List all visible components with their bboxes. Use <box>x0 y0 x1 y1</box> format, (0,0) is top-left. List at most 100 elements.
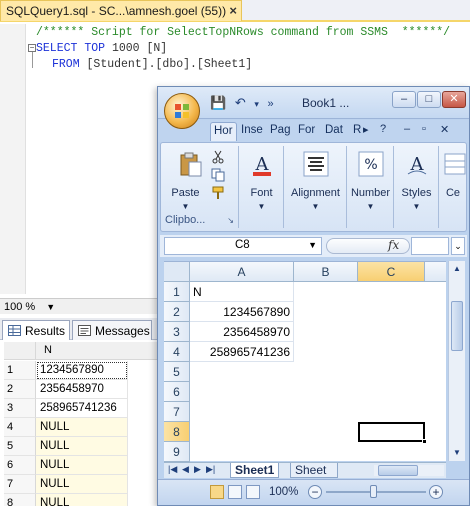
table-row[interactable]: 3 258965741236 <box>4 399 160 418</box>
close-icon[interactable]: × <box>229 3 237 18</box>
column-header-a[interactable]: A <box>190 262 294 282</box>
row-header[interactable]: 7 <box>164 402 190 422</box>
table-row[interactable]: 2 2356458970 <box>4 380 160 399</box>
font-group[interactable]: A Font ▼ <box>240 146 284 228</box>
grid-cell[interactable]: NULL <box>36 456 128 475</box>
chevron-down-icon[interactable]: ▼ <box>46 302 55 312</box>
row-header[interactable]: 4 <box>164 342 190 362</box>
column-header-d[interactable] <box>425 262 446 282</box>
more-icon[interactable]: » <box>268 98 274 110</box>
row-header[interactable]: 3 <box>164 322 190 342</box>
grid-cell[interactable]: 2356458970 <box>36 380 128 399</box>
grid-cell[interactable]: NULL <box>36 494 128 506</box>
zoom-in-icon[interactable]: + <box>429 485 443 499</box>
zoom-out-icon[interactable]: − <box>308 485 322 499</box>
minimize-button[interactable]: – <box>392 91 416 108</box>
zoom-slider-thumb[interactable] <box>370 485 377 498</box>
tab-formulas[interactable]: For <box>295 122 318 141</box>
paste-icon[interactable] <box>177 150 205 178</box>
fx-icon[interactable]: fx <box>388 238 399 252</box>
office-logo-icon <box>175 104 189 118</box>
table-row[interactable]: 1 1234567890 <box>4 361 160 380</box>
select-all-button[interactable] <box>164 262 190 282</box>
formula-input[interactable] <box>411 237 449 255</box>
row-header[interactable]: 6 <box>164 382 190 402</box>
scroll-thumb[interactable] <box>451 301 463 351</box>
cell-a3[interactable]: 2356458970 <box>190 322 294 342</box>
column-header-c[interactable]: C <box>358 262 425 282</box>
table-row[interactable]: 7 NULL <box>4 475 160 494</box>
chevron-right-icon[interactable]: ▸ <box>363 123 369 136</box>
zoom-level[interactable]: 100% <box>269 486 298 498</box>
help-icon[interactable]: ? <box>380 123 386 135</box>
next-sheet-icon[interactable]: ▶ <box>194 464 201 475</box>
column-header-n[interactable]: N <box>36 342 160 360</box>
sheet-tab-sheet2[interactable]: Sheet <box>290 463 338 478</box>
ribbon-close-icon[interactable]: ✕ <box>440 123 449 136</box>
horizontal-scrollbar[interactable] <box>374 465 444 476</box>
normal-view-icon[interactable] <box>210 485 224 499</box>
ribbon-restore-icon[interactable]: ▫ <box>422 123 426 135</box>
table-row[interactable]: 4 NULL <box>4 418 160 437</box>
table-row[interactable]: 5 NULL <box>4 437 160 456</box>
chevron-down-icon[interactable]: ⌄ <box>451 237 465 255</box>
save-icon[interactable]: 💾 <box>210 95 226 110</box>
row-header[interactable]: 1 <box>164 282 190 302</box>
scroll-down-icon[interactable]: ▼ <box>450 445 464 461</box>
chevron-down-icon[interactable]: ▼ <box>147 202 224 211</box>
maximize-button[interactable]: □ <box>417 91 441 108</box>
cells-group[interactable]: Ce <box>440 146 466 228</box>
chevron-down-icon[interactable]: ▼ <box>308 240 317 250</box>
chevron-down-icon[interactable]: ▾ <box>254 99 259 109</box>
tab-results[interactable]: Results <box>2 320 70 340</box>
first-sheet-icon[interactable]: |◀ <box>168 464 177 475</box>
worksheet[interactable]: A B C 1 2 3 4 5 6 7 8 9 N 1234567890 235… <box>164 261 446 462</box>
cell-a4[interactable]: 258965741236 <box>190 342 294 362</box>
page-break-view-icon[interactable] <box>246 485 260 499</box>
query-tab[interactable]: SQLQuery1.sql - SC...\amnesh.goel (55)) … <box>0 0 242 21</box>
table-row[interactable]: 6 NULL <box>4 456 160 475</box>
grid-cell[interactable]: NULL <box>36 437 128 456</box>
tab-insert[interactable]: Inse <box>238 122 266 141</box>
grid-cell[interactable]: 258965741236 <box>36 399 128 418</box>
number-group[interactable]: % Number ▼ <box>348 146 394 228</box>
copy-icon[interactable] <box>211 168 225 182</box>
row-header[interactable]: 5 <box>164 362 190 382</box>
prev-sheet-icon[interactable]: ◀ <box>182 464 189 475</box>
grid-cell[interactable]: 1234567890 <box>36 361 128 380</box>
ribbon-minimize-icon[interactable]: – <box>404 123 410 135</box>
column-header-b[interactable]: B <box>294 262 358 282</box>
collapse-icon[interactable]: − <box>28 44 36 52</box>
cell-c8[interactable] <box>358 422 425 442</box>
tab-messages[interactable]: Messages <box>72 320 152 340</box>
name-box[interactable]: C8 ▼ <box>164 237 322 255</box>
office-button[interactable] <box>164 93 200 129</box>
styles-label: Styles <box>401 187 432 199</box>
row-header[interactable]: 2 <box>164 302 190 322</box>
last-sheet-icon[interactable]: ▶| <box>206 464 215 475</box>
tab-data[interactable]: Dat <box>322 122 346 141</box>
grid-cell[interactable]: NULL <box>36 475 128 494</box>
code-select-line: SELECT TOP 1000 [N] <box>36 42 167 56</box>
page-layout-view-icon[interactable] <box>228 485 242 499</box>
grid-cell[interactable]: NULL <box>36 418 128 437</box>
scroll-up-icon[interactable]: ▲ <box>450 261 464 277</box>
cut-icon[interactable] <box>211 150 225 164</box>
table-row[interactable]: 8 NULL <box>4 494 160 506</box>
cell-a1[interactable]: N <box>190 282 294 302</box>
undo-icon[interactable]: ↶ <box>235 95 246 110</box>
row-header[interactable]: 9 <box>164 442 190 462</box>
cell-a2[interactable]: 1234567890 <box>190 302 294 322</box>
sheet-tab-sheet1[interactable]: Sheet1 <box>230 463 280 478</box>
editor-zoom[interactable]: 100 % ▼ <box>0 298 160 314</box>
close-button[interactable]: ✕ <box>442 91 466 108</box>
tab-home[interactable]: Hor <box>210 122 237 141</box>
fill-handle[interactable] <box>422 439 427 444</box>
tab-page-layout[interactable]: Pag <box>267 122 293 141</box>
horizontal-scroll-thumb[interactable] <box>378 465 418 476</box>
row-header[interactable]: 8 <box>164 422 190 442</box>
alignment-group[interactable]: Alignment ▼ <box>285 146 347 228</box>
dialog-launcher-icon[interactable]: ↘ <box>227 216 234 225</box>
styles-group[interactable]: A Styles ▼ <box>395 146 439 228</box>
vertical-scrollbar[interactable]: ▲ ▼ <box>448 261 465 461</box>
